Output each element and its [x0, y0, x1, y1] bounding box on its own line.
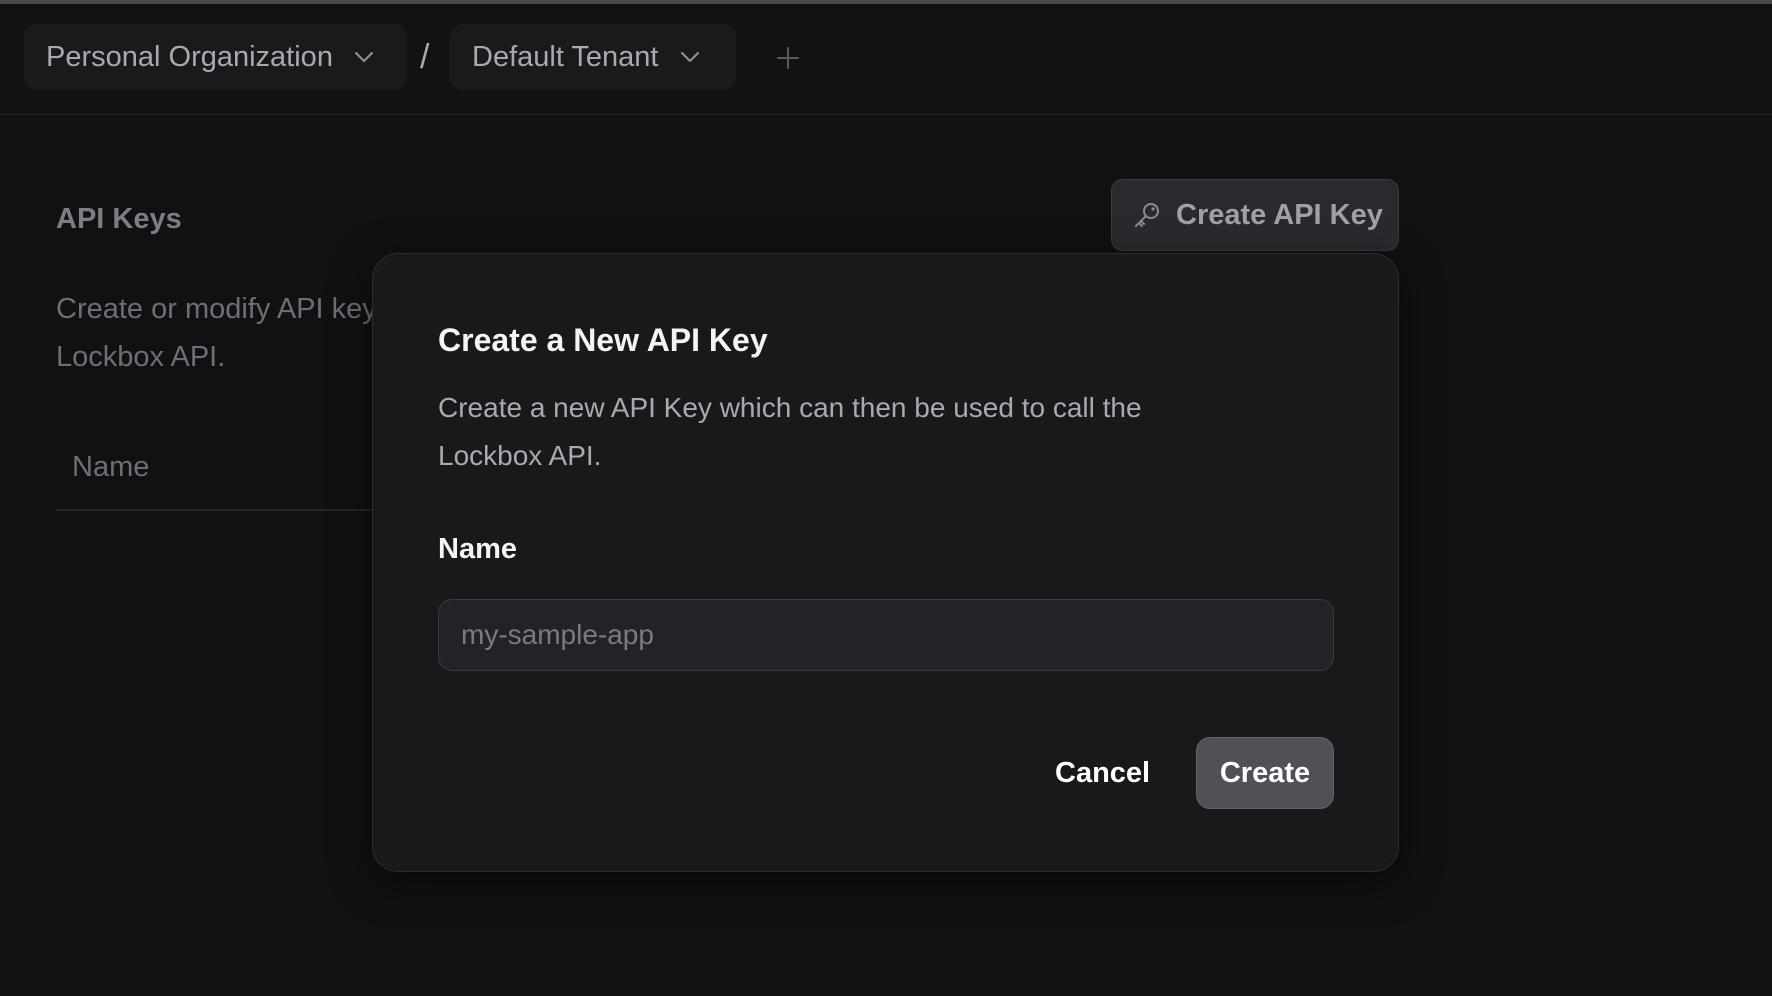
dialog-description: Create a new API Key which can then be u… — [438, 392, 1142, 471]
dialog-title: Create a New API Key — [438, 322, 768, 358]
tenant-name: Default Tenant — [472, 40, 659, 73]
name-input[interactable] — [438, 599, 1334, 671]
organization-name: Personal Organization — [46, 40, 333, 73]
page: Personal Organization / Default Tenant A… — [0, 0, 1772, 996]
chevron-down-icon — [353, 46, 375, 68]
key-icon — [1132, 200, 1162, 230]
plus-icon[interactable] — [774, 44, 802, 72]
column-header-name: Name — [72, 451, 150, 483]
section-description-line: Create or modify API key — [56, 293, 377, 325]
create-button[interactable]: Create — [1196, 737, 1334, 809]
tenant-switcher[interactable]: Default Tenant — [450, 24, 736, 90]
name-field-label: Name — [438, 533, 517, 565]
chevron-down-icon — [679, 46, 701, 68]
create-api-key-dialog: Create a New API Key Create a new API Ke… — [372, 253, 1399, 872]
cancel-button[interactable]: Cancel — [1043, 737, 1162, 809]
section-description: Create or modify API key Lockbox API. — [56, 285, 386, 381]
create-api-key-label: Create API Key — [1176, 198, 1383, 231]
breadcrumb-separator: / — [420, 38, 430, 76]
organization-switcher[interactable]: Personal Organization — [24, 24, 407, 90]
section-description-line: Lockbox API. — [56, 341, 226, 373]
create-api-key-button[interactable]: Create API Key — [1111, 179, 1399, 251]
top-navigation: Personal Organization / Default Tenant — [0, 4, 1772, 115]
table-header: Name — [56, 433, 386, 511]
section-title: API Keys — [56, 203, 182, 235]
